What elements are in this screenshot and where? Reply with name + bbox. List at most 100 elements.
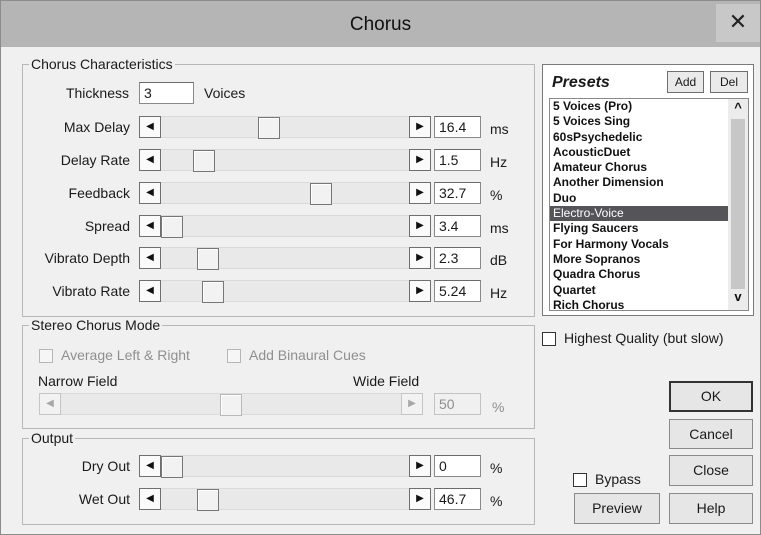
preset-item[interactable]: Another Dimension	[550, 175, 728, 190]
field-value-field[interactable]: 50	[434, 393, 481, 415]
vibrato-depth-slider-thumb[interactable]	[197, 248, 219, 270]
vibrato-rate-right-arrow-icon[interactable]: ▶	[409, 280, 431, 302]
preset-item[interactable]: Electro-Voice	[550, 206, 728, 222]
max-delay-right-arrow-icon[interactable]: ▶	[409, 116, 431, 138]
dry-out-value-field[interactable]: 0	[434, 455, 481, 477]
delay-rate-slider-thumb[interactable]	[193, 150, 215, 172]
max-delay-slider-track[interactable]	[161, 116, 409, 139]
max-delay-unit: ms	[490, 121, 509, 137]
close-button[interactable]: Close	[669, 455, 753, 486]
wet-out-slider-track[interactable]	[161, 488, 409, 511]
highest-quality-checkbox[interactable]	[542, 332, 556, 346]
delay-rate-slider-track[interactable]	[161, 149, 409, 172]
feedback-left-arrow-icon[interactable]: ◀	[139, 182, 161, 204]
delete-preset-button[interactable]: Del	[710, 71, 748, 93]
preset-item[interactable]: Quartet	[550, 283, 728, 298]
vibrato-rate-left-arrow-icon[interactable]: ◀	[139, 280, 161, 302]
vibrato-depth-right-arrow-icon[interactable]: ▶	[409, 247, 431, 269]
vibrato-rate-value-field[interactable]: 5.24	[434, 280, 481, 302]
delay-rate-label: Delay Rate	[60, 152, 130, 168]
vibrato-depth-left-arrow-icon[interactable]: ◀	[139, 247, 161, 269]
ok-button[interactable]: OK	[669, 381, 753, 412]
spread-label: Spread	[84, 218, 130, 234]
add-binaural-cues-checkbox[interactable]	[227, 349, 241, 363]
dry-out-left-arrow-icon[interactable]: ◀	[139, 455, 161, 477]
vibrato-rate-label: Vibrato Rate	[52, 283, 130, 299]
wide-field-label: Wide Field	[353, 373, 420, 389]
spread-slider-track[interactable]	[161, 215, 409, 238]
preview-button[interactable]: Preview	[574, 493, 660, 524]
spread-value-field[interactable]: 3.4	[434, 215, 481, 237]
thickness-label: Thickness	[65, 85, 129, 101]
preset-item[interactable]: 60sPsychedelic	[550, 130, 728, 145]
delay-rate-value-field[interactable]: 1.5	[434, 149, 481, 171]
max-delay-slider-thumb[interactable]	[258, 117, 280, 139]
output-legend: Output	[31, 430, 74, 446]
preset-item[interactable]: 5 Voices (Pro)	[550, 99, 728, 114]
preset-item[interactable]: Flying Saucers	[550, 221, 728, 236]
vibrato-rate-slider-track[interactable]	[161, 280, 409, 303]
dry-out-slider-thumb[interactable]	[161, 456, 183, 478]
preset-item[interactable]: For Harmony Vocals	[550, 237, 728, 252]
delay-rate-left-arrow-icon[interactable]: ◀	[139, 149, 161, 171]
vibrato-depth-unit: dB	[490, 252, 508, 268]
feedback-unit: %	[490, 187, 503, 203]
scroll-thumb[interactable]	[731, 119, 745, 289]
cancel-button[interactable]: Cancel	[669, 419, 753, 449]
spread-unit: ms	[490, 220, 509, 236]
dry-out-right-arrow-icon[interactable]: ▶	[409, 455, 431, 477]
preset-item[interactable]: AcousticDuet	[550, 145, 728, 160]
window-title: Chorus	[349, 14, 412, 35]
feedback-slider-thumb[interactable]	[310, 183, 332, 205]
feedback-slider-track[interactable]	[161, 182, 409, 205]
presets-scrollbar[interactable]: ^ v	[728, 99, 748, 310]
preset-item[interactable]: Duo	[550, 191, 728, 206]
bypass-checkbox[interactable]	[573, 473, 587, 487]
max-delay-left-arrow-icon[interactable]: ◀	[139, 116, 161, 138]
field-right-arrow-icon[interactable]: ▶	[401, 393, 423, 415]
feedback-value-field[interactable]: 32.7	[434, 182, 481, 204]
wet-out-left-arrow-icon[interactable]: ◀	[139, 488, 161, 510]
stereo-chorus-mode-legend: Stereo Chorus Mode	[31, 317, 161, 333]
delay-rate-right-arrow-icon[interactable]: ▶	[409, 149, 431, 171]
vibrato-rate-slider-thumb[interactable]	[202, 281, 224, 303]
dry-out-unit: %	[490, 460, 503, 476]
title-bar[interactable]: Chorus ✕	[1, 1, 760, 47]
highest-quality-label: Highest Quality (but slow)	[564, 330, 724, 346]
vibrato-depth-slider-track[interactable]	[161, 247, 409, 270]
wet-out-slider-thumb[interactable]	[197, 489, 219, 511]
max-delay-label: Max Delay	[63, 119, 130, 135]
dialog-client: Chorus Characteristics Thickness 3 Voice…	[8, 47, 754, 530]
presets-title: Presets	[552, 74, 610, 91]
add-preset-button[interactable]: Add	[667, 71, 704, 93]
wet-out-value-field[interactable]: 46.7	[434, 488, 481, 510]
thickness-field[interactable]: 3	[139, 82, 194, 104]
spread-right-arrow-icon[interactable]: ▶	[409, 215, 431, 237]
dry-out-slider-track[interactable]	[161, 455, 409, 478]
preset-item[interactable]: Quadra Chorus	[550, 267, 728, 282]
feedback-right-arrow-icon[interactable]: ▶	[409, 182, 431, 204]
preset-item[interactable]: More Sopranos	[550, 252, 728, 267]
wet-out-label: Wet Out	[78, 491, 130, 507]
help-button[interactable]: Help	[669, 493, 753, 524]
field-left-arrow-icon[interactable]: ◀	[39, 393, 61, 415]
presets-list[interactable]: 5 Voices (Pro) 5 Voices Sing 60sPsychedeli…	[549, 98, 749, 311]
scroll-up-icon[interactable]: ^	[728, 100, 748, 115]
field-slider-track[interactable]	[61, 393, 401, 416]
vibrato-depth-label: Vibrato Depth	[44, 250, 130, 266]
wet-out-right-arrow-icon[interactable]: ▶	[409, 488, 431, 510]
add-binaural-cues-label: Add Binaural Cues	[249, 347, 366, 363]
max-delay-value-field[interactable]: 16.4	[434, 116, 481, 138]
field-slider-thumb[interactable]	[220, 394, 242, 416]
preset-item[interactable]: Amateur Chorus	[550, 160, 728, 175]
spread-left-arrow-icon[interactable]: ◀	[139, 215, 161, 237]
bypass-label: Bypass	[595, 471, 641, 487]
average-left-right-label: Average Left & Right	[61, 347, 190, 363]
preset-item[interactable]: 5 Voices Sing	[550, 114, 728, 129]
average-left-right-checkbox[interactable]	[39, 349, 53, 363]
vibrato-depth-value-field[interactable]: 2.3	[434, 247, 481, 269]
spread-slider-thumb[interactable]	[161, 216, 183, 238]
scroll-down-icon[interactable]: v	[728, 289, 748, 304]
preset-item[interactable]: Rich Chorus	[550, 298, 728, 310]
close-icon[interactable]: ✕	[716, 4, 760, 42]
